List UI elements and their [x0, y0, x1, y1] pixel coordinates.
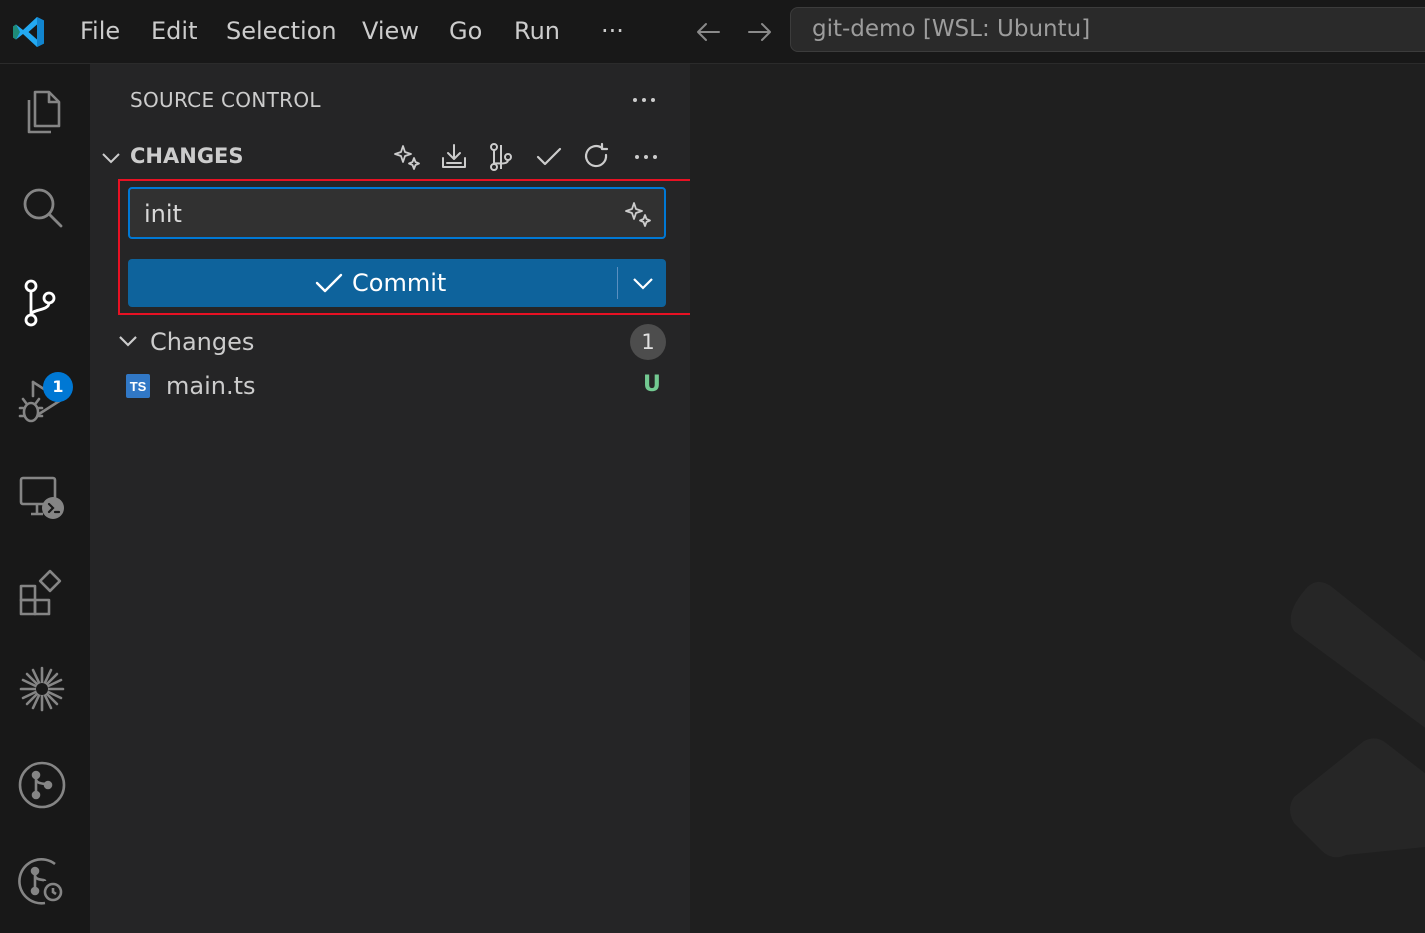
extensions-icon[interactable] [15, 566, 69, 620]
sidebar-title: SOURCE CONTROL [130, 88, 321, 112]
generate-message-sparkle-icon[interactable] [624, 200, 652, 228]
source-control-icon[interactable] [15, 276, 69, 330]
sidebar-more-actions-icon[interactable] [630, 86, 658, 114]
copilot-icon[interactable] [15, 662, 69, 716]
git-graph-icon[interactable] [15, 758, 69, 812]
chevron-down-icon [633, 278, 653, 290]
file-status-untracked: U [643, 372, 661, 397]
commit-message-input[interactable] [142, 189, 616, 239]
git-history-icon[interactable] [15, 854, 69, 908]
changes-count-badge: 1 [630, 324, 666, 360]
file-name[interactable]: main.ts [166, 372, 256, 400]
commit-dropdown-button[interactable] [620, 259, 666, 307]
refresh-icon[interactable] [582, 142, 612, 172]
commit-button-divider [617, 267, 618, 299]
menu-run[interactable]: Run [514, 0, 560, 64]
title-bar: File Edit Selection View Go Run ··· git-… [0, 0, 1425, 64]
vscode-logo-icon [13, 17, 44, 47]
source-control-badge: 1 [43, 372, 73, 402]
branch-compare-icon[interactable] [486, 142, 516, 172]
menu-file[interactable]: File [80, 0, 120, 64]
commit-button-label: Commit [352, 269, 447, 297]
typescript-file-icon: TS [126, 374, 150, 398]
vscode-watermark-icon [1290, 581, 1425, 858]
commit-check-icon[interactable] [534, 142, 564, 172]
menu-view[interactable]: View [362, 0, 419, 64]
menu-selection[interactable]: Selection [226, 0, 337, 64]
pull-icon[interactable] [439, 142, 469, 172]
commit-button: Commit [128, 259, 666, 307]
activity-bar: 1 [0, 64, 90, 933]
editor-area [690, 64, 1425, 933]
changes-group-label[interactable]: Changes [150, 328, 254, 356]
command-center[interactable]: git-demo [WSL: Ubuntu] [790, 7, 1425, 52]
menu-go[interactable]: Go [449, 0, 482, 64]
back-arrow-icon[interactable] [693, 17, 723, 47]
sparkle-icon[interactable] [392, 142, 422, 172]
remote-explorer-icon[interactable] [15, 470, 69, 524]
menu-more[interactable]: ··· [601, 0, 624, 64]
menu-edit[interactable]: Edit [151, 0, 197, 64]
forward-arrow-icon[interactable] [745, 17, 775, 47]
chevron-down-icon[interactable] [100, 147, 122, 169]
changes-section-title[interactable]: CHANGES [130, 144, 244, 168]
more-actions-icon[interactable] [631, 142, 661, 172]
check-icon [315, 273, 343, 293]
search-icon[interactable] [15, 180, 69, 234]
commit-message-field[interactable] [128, 187, 666, 239]
changes-group-chevron-icon[interactable] [117, 330, 139, 352]
commit-main-button[interactable]: Commit [128, 259, 616, 307]
explorer-icon[interactable] [15, 84, 69, 138]
